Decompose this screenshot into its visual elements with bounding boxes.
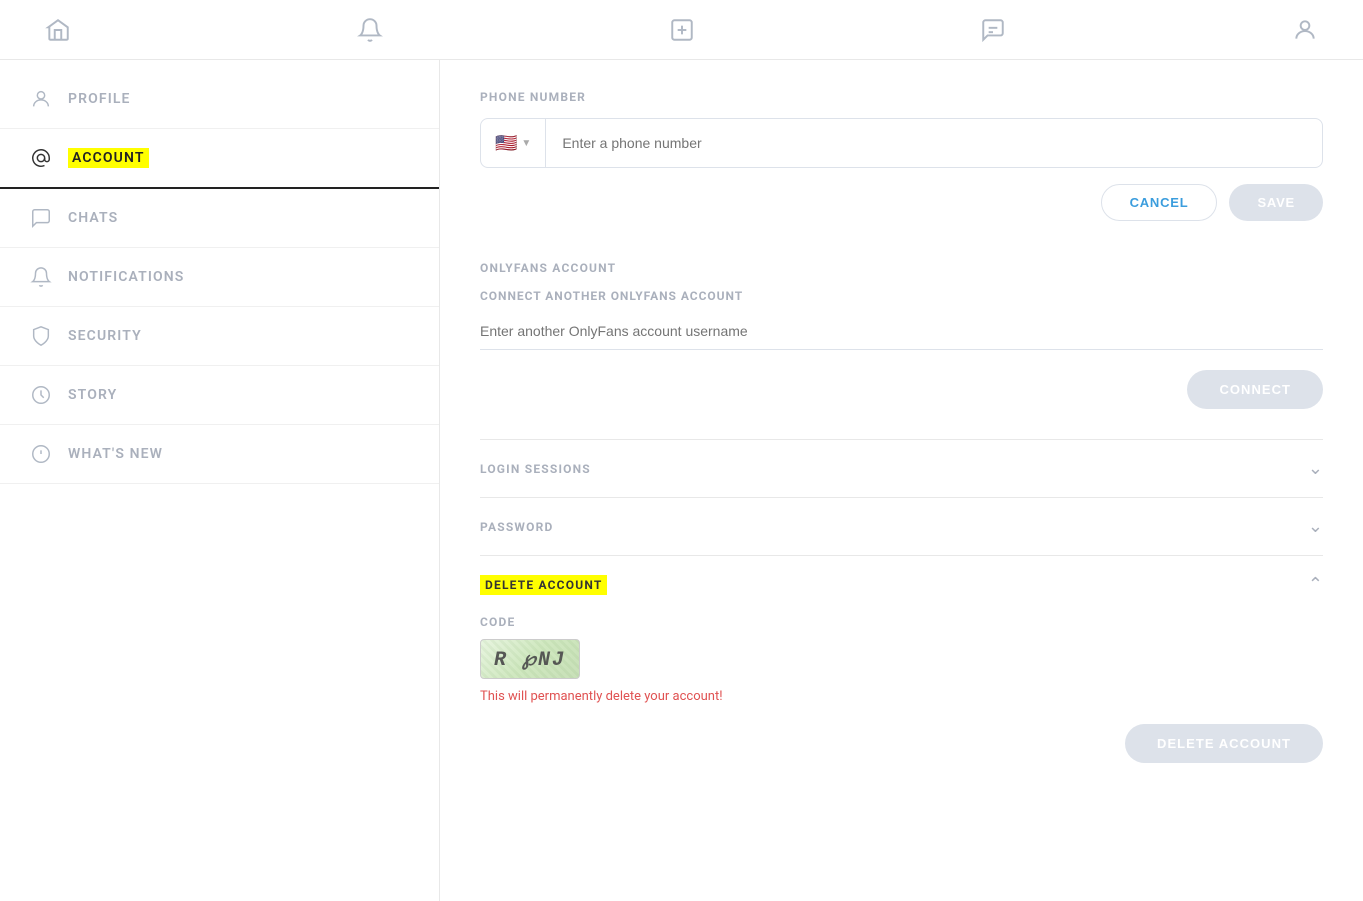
of-username-input[interactable] xyxy=(480,313,1323,350)
sidebar-item-whats-new[interactable]: WHAT'S NEW xyxy=(0,425,439,484)
delete-account-title: DELETE ACCOUNT xyxy=(480,575,607,595)
of-connect-label: CONNECT ANOTHER ONLYFANS ACCOUNT xyxy=(480,289,1323,303)
phone-number-title: PHONE NUMBER xyxy=(480,90,1323,104)
password-title: PASSWORD xyxy=(480,520,553,534)
chats-icon xyxy=(30,207,52,229)
sidebar-item-chats[interactable]: CHATS xyxy=(0,189,439,248)
main-layout: PROFILE ACCOUNT CHATS NOTIFICATIONS SECU… xyxy=(0,60,1363,901)
delete-warning: This will permanently delete your accoun… xyxy=(480,689,1323,704)
plus-icon[interactable] xyxy=(664,12,700,48)
shield-icon xyxy=(30,325,52,347)
sidebar-item-story[interactable]: STORY xyxy=(0,366,439,425)
sidebar-label-account: ACCOUNT xyxy=(68,148,149,168)
sidebar-label-story: STORY xyxy=(68,387,117,403)
sidebar-label-profile: PROFILE xyxy=(68,91,131,107)
sidebar-item-account[interactable]: ACCOUNT xyxy=(0,129,439,189)
delete-account-header[interactable]: DELETE ACCOUNT ⌃ xyxy=(480,574,1323,595)
home-icon[interactable] xyxy=(40,12,76,48)
sidebar-label-chats: CHATS xyxy=(68,210,118,226)
country-flag-selector[interactable]: 🇺🇸 ▼ xyxy=(481,119,546,167)
delete-account-button[interactable]: DELETE ACCOUNT xyxy=(1125,724,1323,763)
main-content: PHONE NUMBER 🇺🇸 ▼ CANCEL SAVE ONLYFANS A… xyxy=(440,60,1363,901)
sidebar-label-security: SECURITY xyxy=(68,328,142,344)
flag-emoji: 🇺🇸 xyxy=(495,133,517,154)
sidebar-item-security[interactable]: SECURITY xyxy=(0,307,439,366)
captcha-text: R ℘NJ xyxy=(494,646,566,672)
captcha-image: R ℘NJ xyxy=(480,639,580,679)
phone-number-section: PHONE NUMBER 🇺🇸 ▼ CANCEL SAVE xyxy=(480,90,1323,221)
sidebar-item-notifications[interactable]: NOTIFICATIONS xyxy=(0,248,439,307)
top-navigation xyxy=(0,0,1363,60)
save-button[interactable]: SAVE xyxy=(1229,184,1323,221)
delete-account-section: DELETE ACCOUNT ⌃ CODE R ℘NJ This will pe… xyxy=(480,555,1323,763)
phone-input-row: 🇺🇸 ▼ xyxy=(480,118,1323,168)
sidebar-item-profile[interactable]: PROFILE xyxy=(0,70,439,129)
sidebar-label-whats-new: WHAT'S NEW xyxy=(68,446,163,462)
of-actions: CONNECT xyxy=(480,370,1323,409)
delete-chevron-icon: ⌃ xyxy=(1308,574,1323,595)
code-label: CODE xyxy=(480,615,1323,629)
onlyfans-title: ONLYFANS ACCOUNT xyxy=(480,261,1323,275)
login-sessions-chevron-icon: ⌄ xyxy=(1308,458,1323,479)
bell-icon[interactable] xyxy=(352,12,388,48)
notifications-icon xyxy=(30,266,52,288)
sidebar-label-notifications: NOTIFICATIONS xyxy=(68,269,184,285)
phone-actions: CANCEL SAVE xyxy=(480,184,1323,221)
whats-new-icon xyxy=(30,443,52,465)
sidebar: PROFILE ACCOUNT CHATS NOTIFICATIONS SECU… xyxy=(0,60,440,901)
phone-number-input[interactable] xyxy=(546,119,1322,167)
onlyfans-account-section: ONLYFANS ACCOUNT CONNECT ANOTHER ONLYFAN… xyxy=(480,261,1323,409)
at-icon xyxy=(30,147,52,169)
chat-icon[interactable] xyxy=(975,12,1011,48)
story-icon xyxy=(30,384,52,406)
login-sessions-title: LOGIN SESSIONS xyxy=(480,462,591,476)
password-chevron-icon: ⌄ xyxy=(1308,516,1323,537)
delete-actions: DELETE ACCOUNT xyxy=(480,724,1323,763)
cancel-button[interactable]: CANCEL xyxy=(1101,184,1218,221)
password-section[interactable]: PASSWORD ⌄ xyxy=(480,497,1323,555)
flag-chevron-icon: ▼ xyxy=(521,138,531,149)
user-icon xyxy=(30,88,52,110)
connect-button[interactable]: CONNECT xyxy=(1187,370,1323,409)
login-sessions-section[interactable]: LOGIN SESSIONS ⌄ xyxy=(480,439,1323,497)
user-profile-icon[interactable] xyxy=(1287,12,1323,48)
